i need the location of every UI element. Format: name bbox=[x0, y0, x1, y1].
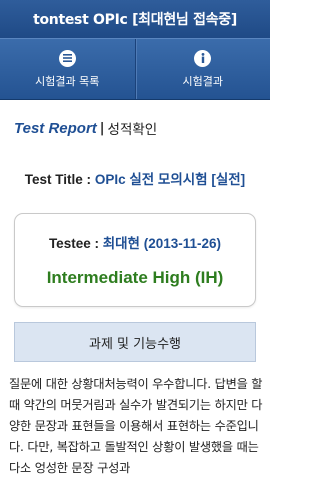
testee-line: Testee : 최대현 (2013-11-26) bbox=[15, 232, 255, 252]
report-heading-separator: | bbox=[99, 120, 105, 136]
level-description: 질문에 대한 상황대처능력이 우수합니다. 답변을 할 때 약간의 머뭇거림과 … bbox=[9, 377, 263, 475]
test-title: Test Title : OPIc 실전 모의시험 [실전] bbox=[0, 168, 270, 188]
tab-bar: 시험결과 목록 시험결과 bbox=[0, 38, 270, 100]
tab-result-list-label: 시험결과 목록 bbox=[35, 74, 100, 88]
report-heading-ko: 성적확인 bbox=[107, 122, 158, 138]
tab-result-list[interactable]: 시험결과 목록 bbox=[0, 39, 135, 99]
section-title-box: 과제 및 기능수행 bbox=[14, 322, 256, 362]
app-title-bar: tontest OPIc [최대현님 접속중] bbox=[0, 0, 270, 38]
report-heading-en: Test Report bbox=[14, 119, 97, 137]
report-heading: Test Report | 성적확인 bbox=[14, 118, 260, 139]
result-card: Testee : 최대현 (2013-11-26) Intermediate H… bbox=[14, 213, 256, 307]
tab-result-label: 시험결과 bbox=[182, 74, 223, 88]
testee-label: Testee : bbox=[48, 236, 103, 251]
info-icon bbox=[194, 49, 212, 67]
section-title: 과제 및 기능수행 bbox=[89, 336, 181, 352]
level-result: Intermediate High (IH) bbox=[46, 268, 224, 287]
testee-value: 최대현 (2013-11-26) bbox=[102, 236, 222, 251]
app-title: tontest OPIc [최대현님 접속중] bbox=[33, 12, 237, 28]
list-icon bbox=[58, 49, 76, 67]
tab-result[interactable]: 시험결과 bbox=[134, 39, 271, 99]
test-title-label: Test Title : bbox=[24, 172, 95, 187]
test-title-value: OPIc 실전 모의시험 [실전] bbox=[94, 172, 246, 187]
